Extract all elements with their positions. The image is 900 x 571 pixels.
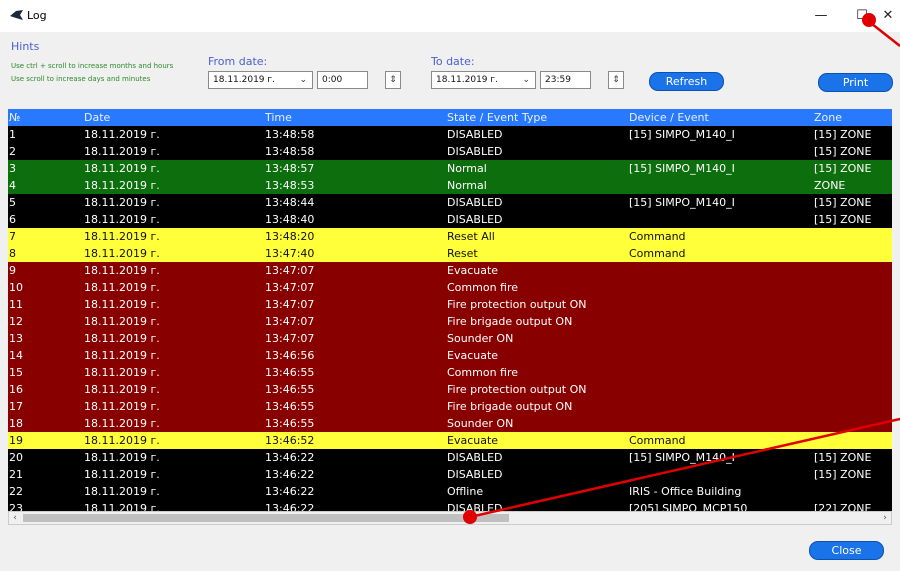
annotation-line-bottom (469, 417, 900, 519)
annotation-dot-bottom (463, 510, 477, 524)
annotation-dot-top (862, 13, 876, 27)
annotation-overlay (463, 13, 900, 524)
